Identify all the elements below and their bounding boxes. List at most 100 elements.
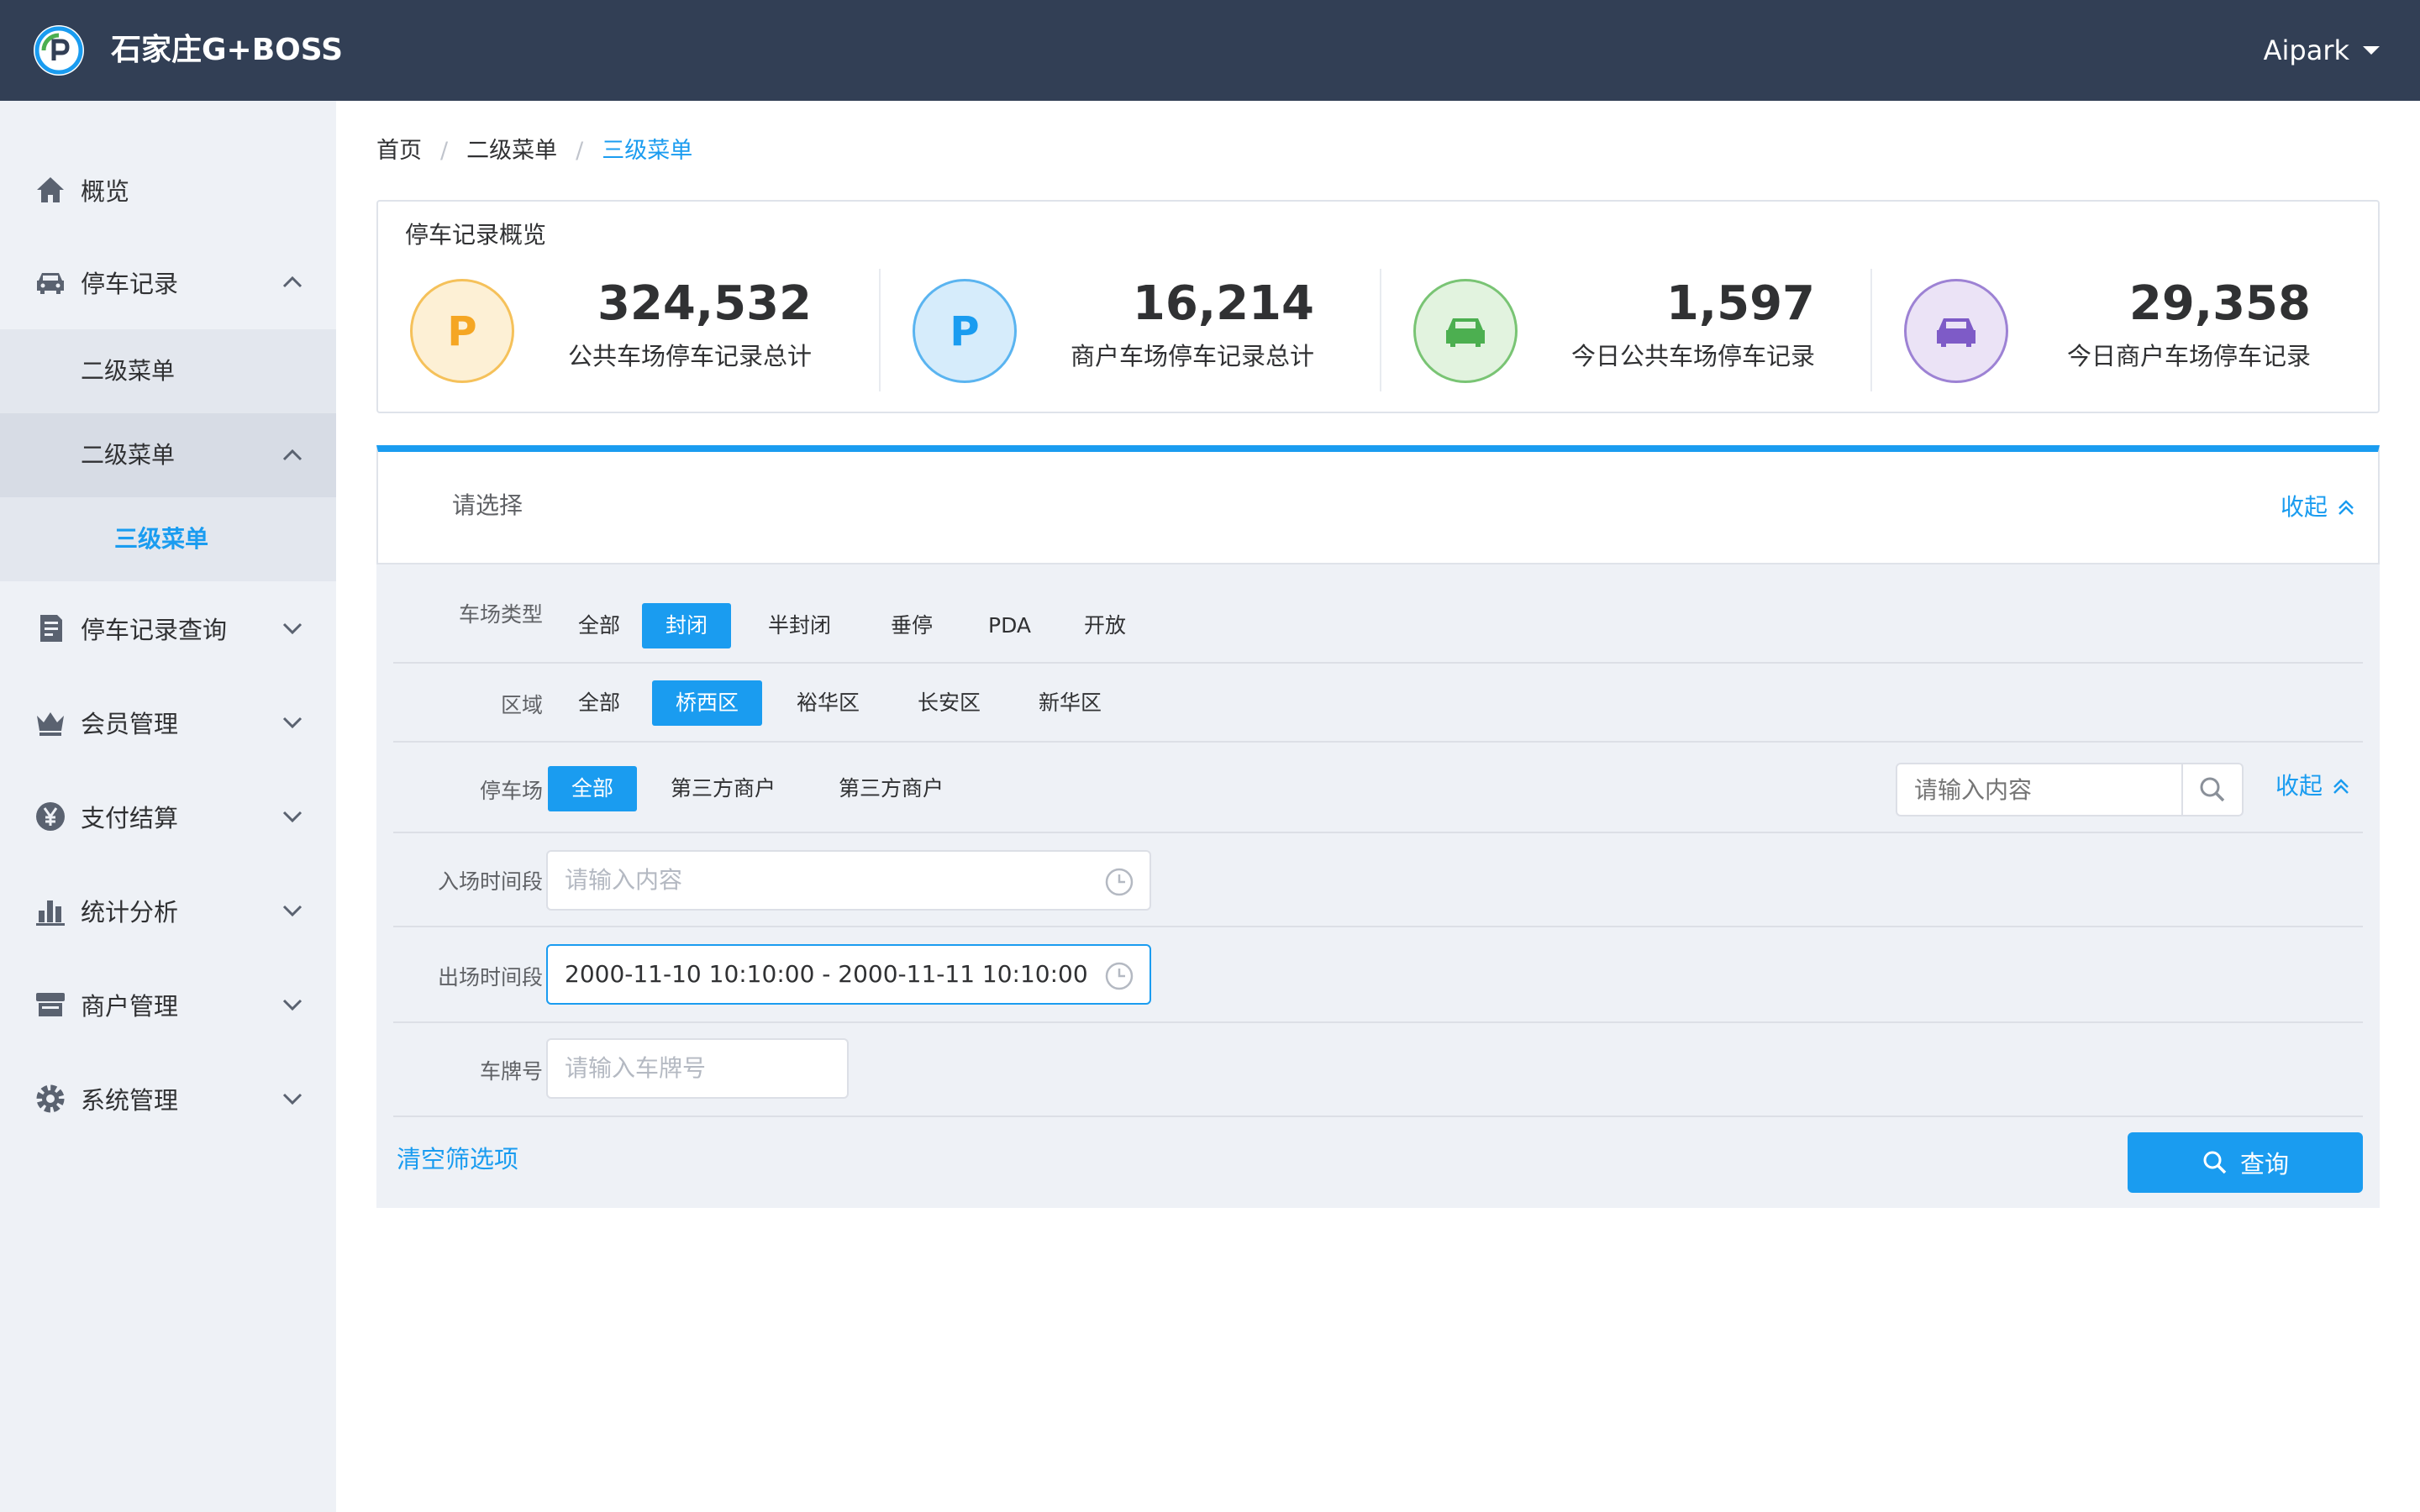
district-option-xinhua[interactable]: 新华区 [1015,680,1125,726]
document-icon [40,615,62,642]
filter-label: 车牌号 [479,1059,543,1084]
stat-value: 324,532 [597,276,812,331]
filter-row-exit-time: 出场时间段 2000-11-10 10:10:00 - 2000-11-11 1… [393,927,2363,1023]
plate-number-input[interactable]: 请输入车牌号 [546,1038,849,1099]
collapse-filter-button[interactable]: 收起 [2281,491,2356,524]
district-option-changan[interactable]: 长安区 [894,680,1004,726]
crown-icon [37,712,64,736]
lot-type-option-semi-closed[interactable]: 半封闭 [744,603,855,648]
sidebar-item-parking-records[interactable]: 停车记录 [0,240,336,324]
stat-value: 16,214 [1132,276,1314,331]
clear-filters-link[interactable]: 清空筛选项 [397,1141,518,1178]
filter-row-parking-lot: 停车场 全部 第三方商户 第三方商户 收起 [393,743,2363,833]
sidebar-subitem-level3[interactable]: 三级菜单 [0,497,336,581]
stat-merchant-total: P 16,214 商户车场停车记录总计 [881,269,1381,391]
filter-row-entry-time: 入场时间段 请输入内容 [393,833,2363,927]
sidebar: 概览 停车记录 二级菜单 二级菜单 三级菜单 停车记录查询 会员管理 支付结算 … [0,101,336,1512]
sidebar-item-label: 支付结算 [81,804,179,832]
car-icon [1413,279,1518,383]
sidebar-item-record-query[interactable]: 停车记录查询 [0,586,336,670]
lot-type-option-open[interactable]: 开放 [1060,603,1150,648]
car-icon [37,273,64,294]
sidebar-item-statistics[interactable]: 统计分析 [0,869,336,953]
sidebar-subitem-level2-a[interactable]: 二级菜单 [0,329,336,413]
chevron-down-icon [282,905,302,917]
stat-label: 今日商户车场停车记录 [2066,342,2311,370]
overview-title: 停车记录概览 [405,221,547,249]
chevron-down-icon [282,717,302,729]
chevron-down-icon [282,622,302,635]
chevron-down-icon [282,999,302,1011]
svg-text:P: P [447,308,476,355]
sidebar-item-label: 统计分析 [81,898,179,927]
stat-label: 今日公共车场停车记录 [1570,342,1815,370]
double-chevron-up-icon [2333,779,2349,794]
stat-public-today: 1,597 今日公共车场停车记录 [1381,269,1882,391]
lot-type-option-vertical[interactable]: 垂停 [867,603,956,648]
sidebar-item-payment[interactable]: 支付结算 [0,774,336,858]
district-option-all[interactable]: 全部 [555,680,644,726]
exit-time-value: 2000-11-10 10:10:00 - 2000-11-11 10:10:0… [565,960,1088,988]
parking-lot-search-box [1896,763,2244,816]
parking-lot-search-button[interactable] [2181,764,2242,815]
exit-time-range-input[interactable]: 2000-11-10 10:10:00 - 2000-11-11 10:10:0… [546,944,1151,1005]
sidebar-item-members[interactable]: 会员管理 [0,680,336,764]
breadcrumb-item-home[interactable]: 首页 [376,134,422,168]
collapse-parking-lot-button[interactable]: 收起 [2275,769,2351,803]
breadcrumb-item-current: 三级菜单 [602,138,693,164]
filter-label: 出场时间段 [437,965,543,990]
breadcrumb-item-level2[interactable]: 二级菜单 [466,134,557,168]
stat-public-total: P 324,532 公共车场停车记录总计 [378,269,879,391]
filter-panel: 车场类型 全部 封闭 半封闭 垂停 PDA 开放 区域 全部 桥西区 裕华区 长… [376,564,2380,1208]
filter-label: 车场类型 [458,602,543,627]
top-bar: 石家庄G+BOSS Aipark [0,0,2420,101]
parking-lot-option-merchant-2[interactable]: 第三方商户 [815,766,967,811]
parking-lot-search-input[interactable] [1897,764,2180,815]
breadcrumb-separator: / [440,138,449,164]
stat-label: 公共车场停车记录总计 [567,342,812,370]
settings-icon [36,1084,65,1113]
sidebar-item-label: 会员管理 [81,710,179,738]
sidebar-subitem-level2-b[interactable]: 二级菜单 [0,413,336,497]
parking-lot-option-merchant-1[interactable]: 第三方商户 [647,766,799,811]
district-option-yuhua[interactable]: 裕华区 [773,680,883,726]
filter-header: 请选择 收起 [376,445,2380,564]
sidebar-subitem-label: 二级菜单 [81,357,176,385]
district-option-qiaoxi[interactable]: 桥西区 [652,680,763,726]
filter-label: 区域 [500,693,543,717]
parking-p-icon: P [410,279,514,383]
sidebar-item-label: 概览 [81,177,130,206]
app-logo-icon [34,25,84,76]
collapse-label: 收起 [2275,772,2323,800]
svg-text:P: P [950,308,979,355]
parking-lot-option-all[interactable]: 全部 [548,766,638,811]
entry-time-range-input[interactable]: 请输入内容 [546,850,1151,911]
user-menu[interactable]: Aipark [2264,30,2380,71]
sidebar-item-label: 商户管理 [81,992,179,1021]
search-icon [2203,1151,2227,1174]
chevron-down-icon [282,811,302,823]
stat-value: 1,597 [1665,276,1815,331]
sidebar-item-system[interactable]: 系统管理 [0,1057,336,1141]
sidebar-item-overview[interactable]: 概览 [0,148,336,232]
lot-type-option-closed[interactable]: 封闭 [642,603,732,648]
filter-title: 请选择 [452,491,523,519]
chevron-down-icon [282,1093,302,1105]
sidebar-item-merchants[interactable]: 商户管理 [0,963,336,1047]
parking-p-icon: P [913,279,1017,383]
query-button[interactable]: 查询 [2128,1132,2363,1193]
sidebar-item-label: 停车记录 [81,270,179,298]
car-icon [1904,279,2008,383]
filter-label: 入场时间段 [437,869,543,894]
filter-row-plate: 车牌号 请输入车牌号 [393,1023,2363,1117]
lot-type-option-pda[interactable]: PDA [965,603,1055,648]
sidebar-subitem-label: 二级菜单 [81,441,176,469]
sidebar-subitem-label: 三级菜单 [114,525,209,553]
query-button-label: 查询 [2239,1150,2289,1179]
chevron-up-icon [282,276,302,288]
lot-type-option-all[interactable]: 全部 [555,603,644,648]
entry-time-placeholder: 请输入内容 [565,866,683,894]
filter-row-district: 区域 全部 桥西区 裕华区 长安区 新华区 [393,664,2363,743]
filter-row-lot-type: 车场类型 全部 封闭 半封闭 垂停 PDA 开放 [393,564,2363,664]
bar-chart-icon [36,900,65,926]
